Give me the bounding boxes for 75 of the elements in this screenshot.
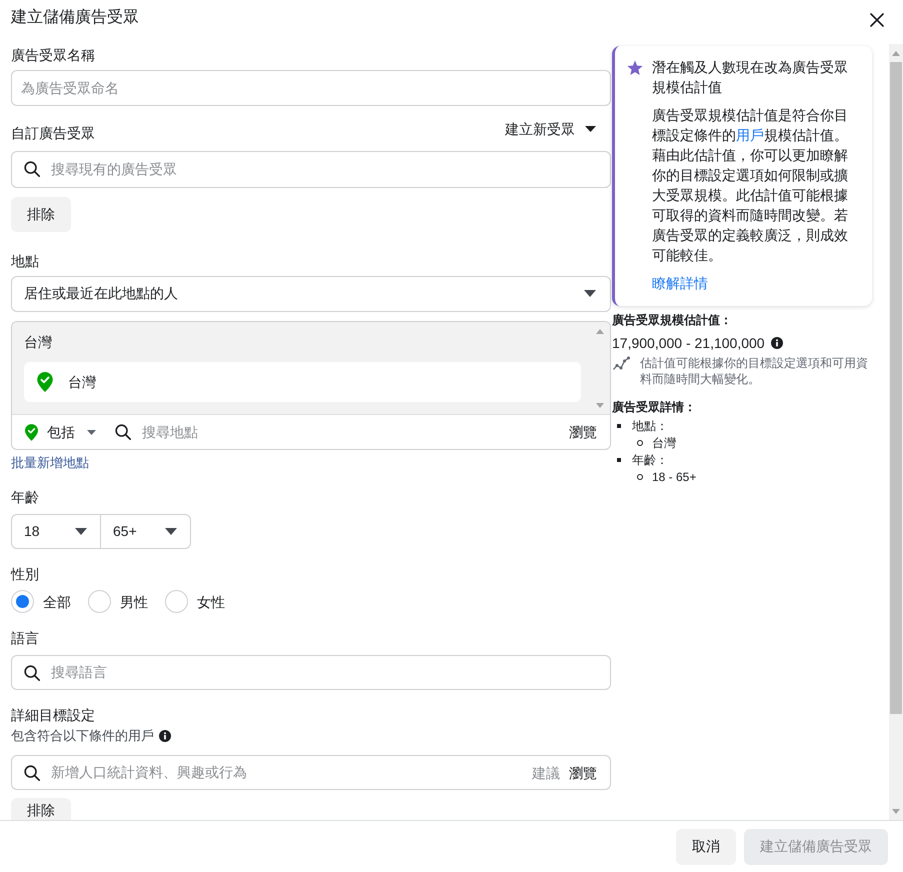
field-label: 詳細目標設定 <box>11 706 95 726</box>
info-icon <box>159 730 171 742</box>
scroll-down-icon[interactable] <box>892 809 900 814</box>
search-icon <box>24 161 40 178</box>
field-label: 地點 <box>11 252 39 271</box>
estimate-note: 估計值可能根據你的目標設定選項和可用資料而隨時間大幅變化。 <box>640 355 869 387</box>
field-label: 語言 <box>11 629 39 648</box>
browse-button[interactable]: 瀏覽 <box>569 422 597 442</box>
search-field[interactable]: 搜尋語言 <box>11 655 611 690</box>
square-bullet-icon <box>617 458 621 462</box>
search-icon <box>115 424 131 440</box>
radio-label: 女性 <box>197 592 225 612</box>
search-input[interactable]: 搜尋現有的廣告受眾 <box>51 158 597 180</box>
caret-icon <box>87 430 96 435</box>
circle-bullet-icon <box>637 440 643 446</box>
radio-label: 全部 <box>43 592 71 612</box>
scrollbar-thumb[interactable] <box>890 62 902 714</box>
create-audience-dropdown[interactable]: 建立新受眾 <box>505 118 611 139</box>
map-pin-check-icon <box>25 424 38 441</box>
search-icon <box>24 664 40 681</box>
notice-title: 潛在觸及人數現在改為廣告受眾規模估計值 <box>652 58 849 97</box>
field-label: 年齡 <box>11 488 39 508</box>
detail-value: 18 - 65+ <box>652 468 696 484</box>
close-icon <box>870 13 884 27</box>
scroll-up-icon[interactable] <box>892 51 900 56</box>
search-field[interactable]: 搜尋現有的廣告受眾 <box>11 150 611 188</box>
search-input[interactable]: 搜尋語言 <box>51 662 597 684</box>
detail-item: 年齡： <box>632 452 668 468</box>
caret-icon <box>585 126 596 132</box>
min-age-dropdown[interactable]: 18 <box>12 515 101 548</box>
scroll-up-icon[interactable] <box>596 328 604 334</box>
audience-size-range: 17,900,000 - 21,100,000 <box>612 334 765 353</box>
scrollbar[interactable] <box>889 44 903 820</box>
learn-more-link[interactable]: 瞭解詳情 <box>652 273 708 293</box>
field-hint: 包含符合以下條件的用戶 <box>11 727 154 746</box>
audience-name-field[interactable]: 為廣告受眾命名 <box>11 70 611 106</box>
browse-button[interactable]: 瀏覽 <box>569 762 597 783</box>
exclude-button[interactable]: 排除 <box>11 798 71 820</box>
scroll-down-icon[interactable] <box>596 402 604 408</box>
star-icon <box>627 60 643 76</box>
info-icon <box>770 337 783 349</box>
location-type-dropdown[interactable]: 居住或最近在此地點的人 <box>11 276 611 312</box>
users-link[interactable]: 用戶 <box>736 127 764 143</box>
detail-value: 台灣 <box>652 434 676 450</box>
caret-icon <box>165 528 177 536</box>
search-icon <box>24 764 40 781</box>
radio-button[interactable] <box>88 590 111 614</box>
radio-button[interactable] <box>11 590 34 614</box>
location-name: 台灣 <box>68 372 96 392</box>
line-chart-icon <box>612 356 630 372</box>
field-label: 廣告受眾名稱 <box>11 46 95 65</box>
details-label: 廣告受眾詳情： <box>612 399 696 416</box>
radio-button[interactable] <box>165 590 188 614</box>
bulk-add-locations-link[interactable]: 批量新增地點 <box>11 454 89 472</box>
include-dropdown[interactable]: 包括 <box>25 422 96 442</box>
circle-bullet-icon <box>637 474 643 480</box>
dialog-title: 建立儲備廣告受眾 <box>11 8 139 28</box>
search-input[interactable]: 搜尋地點 <box>142 422 569 443</box>
notice-body: 廣告受眾規模估計值是符合你目標設定條件的用戶規模估計值。藉由此估計值，你可以更加瞭解你的目標設定選項如何限制或擴大受眾規模。此估計值可能根據可取得的資料而隨時間改變。若廣告受眾的定義較廣泛，則成效可能較佳。 <box>652 106 849 265</box>
map-pin-check-icon <box>37 372 53 392</box>
radio-label: 男性 <box>120 592 148 612</box>
location-group-heading: 台灣 <box>24 332 52 352</box>
cancel-button[interactable]: 取消 <box>676 828 736 864</box>
max-age-dropdown[interactable]: 65+ <box>101 515 190 548</box>
detail-item: 地點： <box>632 418 668 434</box>
exclude-button[interactable]: 排除 <box>11 196 71 232</box>
field-label: 自訂廣告受眾 <box>11 124 95 143</box>
search-input[interactable]: 新增人口統計資料、興趣或行為 <box>51 762 521 784</box>
search-field[interactable]: 新增人口統計資料、興趣或行為 建議 瀏覽 <box>11 755 611 790</box>
caret-icon <box>75 528 87 536</box>
caret-icon <box>584 290 596 298</box>
field-label: 性別 <box>11 565 39 584</box>
estimate-label: 廣告受眾規模估計值： <box>612 312 732 329</box>
close-button[interactable] <box>870 13 884 27</box>
square-bullet-icon <box>617 424 621 428</box>
